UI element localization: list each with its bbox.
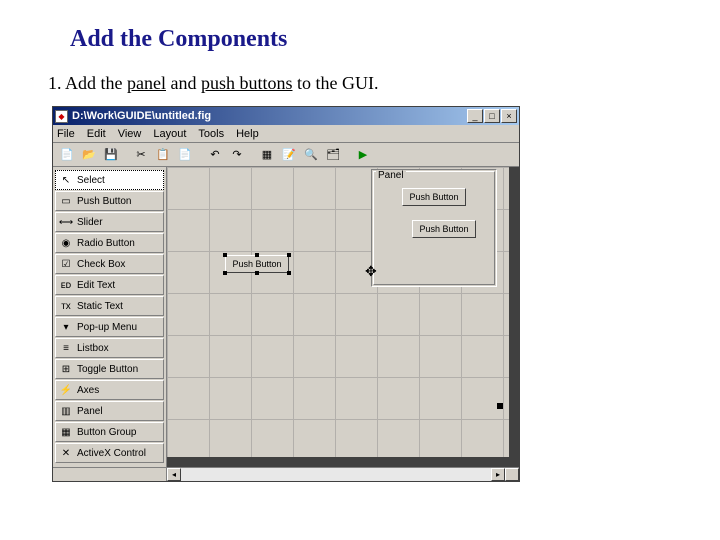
palette-axes[interactable]: ⚡Axes <box>55 380 164 400</box>
activex-icon: ✕ <box>59 446 73 460</box>
canvas-edge-bottom <box>167 457 519 467</box>
selection-handle[interactable] <box>223 253 227 257</box>
selection-handle[interactable] <box>255 253 259 257</box>
panel-button-2[interactable]: Push Button <box>412 220 476 238</box>
run-icon[interactable]: ▶ <box>353 145 373 165</box>
selection-handle[interactable] <box>287 253 291 257</box>
page-title: Add the Components <box>70 26 680 53</box>
popup-icon: ▾ <box>59 320 73 334</box>
new-icon[interactable]: 📄 <box>57 145 77 165</box>
palette-panel[interactable]: ▥Panel <box>55 401 164 421</box>
menu-view[interactable]: View <box>118 128 142 140</box>
palette-activex[interactable]: ✕ActiveX Control <box>55 443 164 463</box>
menu-tools[interactable]: Tools <box>198 128 224 140</box>
menu-edit[interactable]: Edit <box>87 128 106 140</box>
palette-listbox[interactable]: ≡Listbox <box>55 338 164 358</box>
selection-handle[interactable] <box>287 271 291 275</box>
inspector-icon[interactable]: 🔍 <box>301 145 321 165</box>
scroll-right-icon[interactable]: ▸ <box>491 468 505 481</box>
check-icon: ☑ <box>59 257 73 271</box>
selection-handle[interactable] <box>255 271 259 275</box>
window-title: D:\Work\GUIDE\untitled.fig <box>72 110 467 122</box>
app-icon: ◆ <box>55 110 68 123</box>
axes-icon: ⚡ <box>59 383 73 397</box>
group-icon: ▦ <box>59 425 73 439</box>
minimize-button[interactable]: _ <box>467 109 483 123</box>
browser-icon[interactable]: 🗂 <box>323 145 343 165</box>
maximize-button[interactable]: □ <box>484 109 500 123</box>
resize-handle[interactable] <box>497 403 503 409</box>
text-icon: ᴛx <box>59 299 73 313</box>
editor-icon[interactable]: 📝 <box>279 145 299 165</box>
ui-panel[interactable]: Panel Push Button Push Button <box>371 169 497 287</box>
edit-icon: ᴇᴅ <box>59 278 73 292</box>
palette-button-group[interactable]: ▦Button Group <box>55 422 164 442</box>
toolbar: 📄 📂 💾 ✂ 📋 📄 ↶ ↷ ▦ 📝 🔍 🗂 ▶ <box>53 143 519 167</box>
menu-layout[interactable]: Layout <box>153 128 186 140</box>
horizontal-scrollbar[interactable]: ◂ ▸ <box>53 467 519 481</box>
cut-icon[interactable]: ✂ <box>131 145 151 165</box>
palette-slider[interactable]: ⟷Slider <box>55 212 164 232</box>
menu-help[interactable]: Help <box>236 128 259 140</box>
app-window: ◆ D:\Work\GUIDE\untitled.fig _ □ × File … <box>52 106 520 482</box>
palette-checkbox[interactable]: ☑Check Box <box>55 254 164 274</box>
pointer-icon: ↖ <box>59 173 73 187</box>
design-canvas[interactable]: Panel Push Button Push Button Push Butto… <box>167 167 519 467</box>
palette-popup[interactable]: ▾Pop-up Menu <box>55 317 164 337</box>
panel-label: Panel <box>376 170 406 181</box>
palette-radio[interactable]: ◉Radio Button <box>55 233 164 253</box>
palette-static-text[interactable]: ᴛxStatic Text <box>55 296 164 316</box>
slider-icon: ⟷ <box>59 215 73 229</box>
align-icon[interactable]: ▦ <box>257 145 277 165</box>
undo-icon[interactable]: ↶ <box>205 145 225 165</box>
open-icon[interactable]: 📂 <box>79 145 99 165</box>
palette-select[interactable]: ↖Select <box>55 170 164 190</box>
redo-icon[interactable]: ↷ <box>227 145 247 165</box>
palette-toggle[interactable]: ⊞Toggle Button <box>55 359 164 379</box>
selection-handle[interactable] <box>223 271 227 275</box>
move-cursor-icon: ✥ <box>365 263 377 280</box>
scroll-left-icon[interactable]: ◂ <box>167 468 181 481</box>
scroll-corner <box>505 468 519 481</box>
menu-file[interactable]: File <box>57 128 75 140</box>
button-icon: ▭ <box>59 194 73 208</box>
list-icon: ≡ <box>59 341 73 355</box>
canvas-edge-right <box>509 167 519 467</box>
palette-edit-text[interactable]: ᴇᴅEdit Text <box>55 275 164 295</box>
close-button[interactable]: × <box>501 109 517 123</box>
titlebar[interactable]: ◆ D:\Work\GUIDE\untitled.fig _ □ × <box>53 107 519 125</box>
palette-push-button[interactable]: ▭Push Button <box>55 191 164 211</box>
component-palette: ↖Select ▭Push Button ⟷Slider ◉Radio Butt… <box>53 167 167 467</box>
menubar: File Edit View Layout Tools Help <box>53 125 519 143</box>
toggle-icon: ⊞ <box>59 362 73 376</box>
step-text: 1. Add the panel and push buttons to the… <box>48 73 680 94</box>
panel-icon: ▥ <box>59 404 73 418</box>
copy-icon[interactable]: 📋 <box>153 145 173 165</box>
radio-icon: ◉ <box>59 236 73 250</box>
paste-icon[interactable]: 📄 <box>175 145 195 165</box>
save-icon[interactable]: 💾 <box>101 145 121 165</box>
panel-button-1[interactable]: Push Button <box>402 188 466 206</box>
